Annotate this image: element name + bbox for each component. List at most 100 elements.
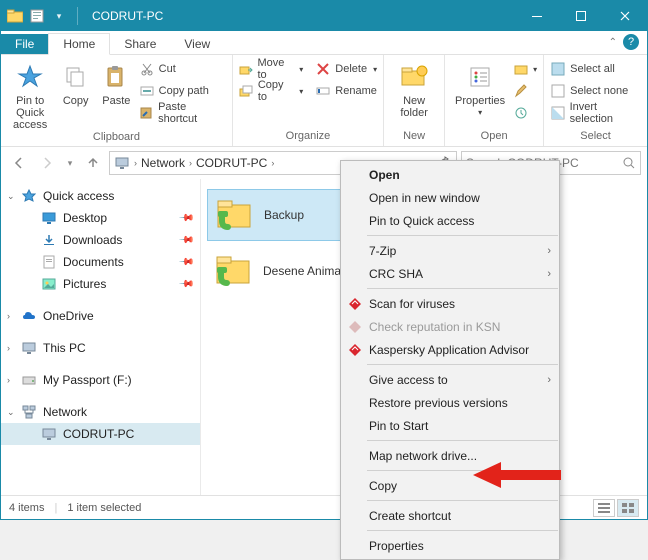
- chevron-right-icon[interactable]: ›: [7, 311, 10, 321]
- copy-button[interactable]: Copy: [57, 59, 94, 107]
- pin-to-quick-access-button[interactable]: Pin to Quick access: [7, 59, 53, 131]
- qat-dropdown-icon[interactable]: ▾: [51, 8, 67, 24]
- share-tab[interactable]: Share: [110, 34, 170, 54]
- chevron-right-icon[interactable]: ›: [7, 343, 10, 353]
- desktop-icon: [41, 210, 57, 226]
- downloads-icon: [41, 232, 57, 248]
- folder-icon[interactable]: [7, 8, 23, 24]
- pc-icon: [21, 340, 37, 356]
- ribbon-tabs: File Home Share View ⌃ ?: [1, 31, 647, 55]
- nav-onedrive[interactable]: ›OneDrive: [1, 305, 200, 327]
- minimize-button[interactable]: [515, 1, 559, 31]
- pin-icon: 📌: [177, 210, 194, 227]
- history-button[interactable]: [513, 103, 537, 123]
- ribbon: Pin to Quick access Copy Paste Cut Copy …: [1, 55, 647, 147]
- nav-desktop[interactable]: Desktop📌: [1, 207, 200, 229]
- maximize-button[interactable]: [559, 1, 603, 31]
- navigation-pane: ⌄Quick access Desktop📌 Downloads📌 Docume…: [1, 179, 201, 495]
- selection-count: 1 item selected: [67, 502, 141, 514]
- help-icon[interactable]: ?: [623, 34, 639, 50]
- large-icons-view-button[interactable]: [617, 499, 639, 517]
- nav-downloads[interactable]: Downloads📌: [1, 229, 200, 251]
- home-tab[interactable]: Home: [48, 33, 110, 55]
- kaspersky-icon: [347, 296, 363, 312]
- properties-qat-icon[interactable]: [29, 8, 45, 24]
- chevron-right-icon: ›: [547, 374, 551, 386]
- recent-locations-button[interactable]: ▾: [63, 151, 77, 175]
- copy-path-button[interactable]: Copy path: [139, 81, 226, 101]
- breadcrumb-host[interactable]: CODRUT-PC: [196, 156, 267, 170]
- ctx-map-drive[interactable]: Map network drive...: [341, 444, 559, 467]
- documents-icon: [41, 254, 57, 270]
- move-to-button[interactable]: Move to▾: [239, 59, 303, 79]
- network-icon: [21, 404, 37, 420]
- ctx-pin-quick-access[interactable]: Pin to Quick access: [341, 209, 559, 232]
- nav-quick-access[interactable]: ⌄Quick access: [1, 185, 200, 207]
- details-view-button[interactable]: [593, 499, 615, 517]
- kaspersky-icon: [347, 342, 363, 358]
- nav-documents[interactable]: Documents📌: [1, 251, 200, 273]
- paste-shortcut-button[interactable]: Paste shortcut: [139, 103, 226, 123]
- nav-network[interactable]: ⌄Network: [1, 401, 200, 423]
- network-pc-icon: [114, 155, 130, 171]
- pin-icon: 📌: [177, 254, 194, 271]
- ctx-create-shortcut[interactable]: Create shortcut: [341, 504, 559, 527]
- properties-button[interactable]: Properties▾: [451, 59, 509, 118]
- chevron-right-icon[interactable]: ›: [134, 158, 137, 168]
- window-title: CODRUT-PC: [88, 9, 515, 23]
- cloud-icon: [21, 308, 37, 324]
- view-tab[interactable]: View: [170, 34, 224, 54]
- nav-host[interactable]: CODRUT-PC: [1, 423, 200, 445]
- invert-selection-button[interactable]: Invert selection: [550, 103, 641, 123]
- ctx-properties[interactable]: Properties: [341, 534, 559, 557]
- ctx-copy[interactable]: Copy: [341, 474, 559, 497]
- share-folder-icon: [215, 251, 255, 291]
- nav-passport[interactable]: ›My Passport (F:): [1, 369, 200, 391]
- copy-to-button[interactable]: Copy to▾: [239, 81, 303, 101]
- delete-button[interactable]: Delete▾: [315, 59, 377, 79]
- ctx-restore-versions[interactable]: Restore previous versions: [341, 391, 559, 414]
- chevron-right-icon[interactable]: ›: [189, 158, 192, 168]
- paste-button[interactable]: Paste: [98, 59, 135, 107]
- select-all-button[interactable]: Select all: [550, 59, 641, 79]
- nav-pictures[interactable]: Pictures📌: [1, 273, 200, 295]
- ctx-give-access[interactable]: Give access to›: [341, 368, 559, 391]
- ctx-open-new-window[interactable]: Open in new window: [341, 186, 559, 209]
- ctx-scan-viruses[interactable]: Scan for viruses: [341, 292, 559, 315]
- up-button[interactable]: [81, 151, 105, 175]
- drive-icon: [21, 372, 37, 388]
- star-icon: [21, 188, 37, 204]
- back-button[interactable]: [7, 151, 31, 175]
- open-menu-button[interactable]: ▾: [513, 59, 537, 79]
- chevron-right-icon[interactable]: ›: [7, 375, 10, 385]
- rename-button[interactable]: Rename: [315, 81, 377, 101]
- select-group: Select all Select none Invert selection …: [544, 55, 647, 146]
- ctx-7zip[interactable]: 7-Zip›: [341, 239, 559, 262]
- cut-button[interactable]: Cut: [139, 59, 226, 79]
- forward-button[interactable]: [35, 151, 59, 175]
- breadcrumb-network[interactable]: Network: [141, 156, 185, 170]
- ctx-kaspersky-advisor[interactable]: Kaspersky Application Advisor: [341, 338, 559, 361]
- titlebar: ▾ CODRUT-PC: [1, 1, 647, 31]
- new-folder-button[interactable]: New folder: [390, 59, 438, 119]
- ribbon-collapse-icon[interactable]: ⌃: [609, 37, 617, 48]
- pictures-icon: [41, 276, 57, 292]
- chevron-down-icon[interactable]: ⌄: [7, 191, 15, 202]
- nav-this-pc[interactable]: ›This PC: [1, 337, 200, 359]
- pin-icon: 📌: [177, 276, 194, 293]
- ctx-crc-sha[interactable]: CRC SHA›: [341, 262, 559, 285]
- clipboard-group: Pin to Quick access Copy Paste Cut Copy …: [1, 55, 233, 146]
- search-icon[interactable]: [622, 156, 636, 170]
- context-menu: Open Open in new window Pin to Quick acc…: [340, 160, 560, 560]
- chevron-down-icon[interactable]: ⌄: [7, 407, 15, 418]
- file-tab[interactable]: File: [1, 34, 48, 54]
- share-folder-icon: [216, 195, 256, 235]
- network-pc-icon: [41, 426, 57, 442]
- chevron-right-icon[interactable]: ›: [271, 158, 274, 168]
- edit-button[interactable]: [513, 81, 537, 101]
- ctx-pin-start[interactable]: Pin to Start: [341, 414, 559, 437]
- kaspersky-icon: [347, 319, 363, 335]
- ctx-open[interactable]: Open: [341, 163, 559, 186]
- select-none-button[interactable]: Select none: [550, 81, 641, 101]
- close-button[interactable]: [603, 1, 647, 31]
